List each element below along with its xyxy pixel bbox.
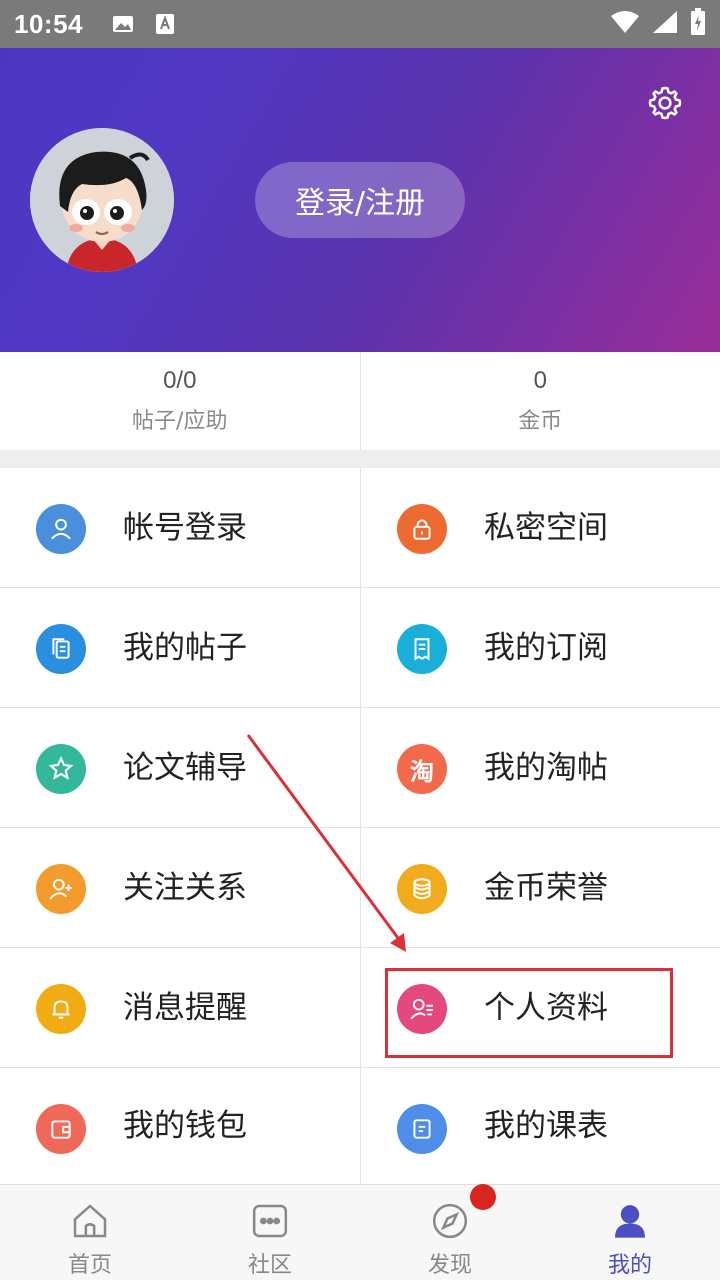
menu-item-label: 帐号登录 [123, 510, 247, 546]
menu-item-label: 论文辅导 [123, 750, 247, 786]
annotation-highlight-box [385, 968, 673, 1058]
menu-item-message-reminders[interactable]: 消息提醒 [0, 948, 360, 1068]
menu-item-label: 金币荣誉 [484, 870, 608, 906]
nav-item-community[interactable]: 社区 [180, 1185, 360, 1280]
stat-value: 0 [533, 367, 547, 394]
nav-item-discover[interactable]: 发现 [360, 1185, 540, 1280]
document-icon [36, 624, 86, 674]
text-notification-icon [153, 13, 177, 35]
nav-label: 社区 [247, 1253, 292, 1278]
nav-label: 我的 [607, 1253, 652, 1278]
wallet-icon [36, 1104, 86, 1154]
bottom-navigation: 首页 社区 发现 我的 [0, 1184, 720, 1280]
schedule-icon [397, 1104, 447, 1154]
compass-icon [428, 1199, 472, 1243]
menu-item-account-login[interactable]: 帐号登录 [0, 468, 360, 588]
menu-item-my-schedule[interactable]: 我的课表 [360, 1068, 720, 1184]
menu-item-label: 我的订阅 [484, 630, 608, 666]
menu-item-follow-relations[interactable]: 关注关系 [0, 828, 360, 948]
avatar[interactable] [30, 128, 174, 272]
wifi-icon [610, 10, 640, 38]
status-right [610, 8, 706, 40]
home-icon [68, 1199, 112, 1243]
menu-item-label: 我的淘帖 [484, 750, 608, 786]
user-icon [36, 504, 86, 554]
menu-item-label: 关注关系 [123, 870, 247, 906]
stat-coins[interactable]: 0 金币 [359, 352, 720, 450]
menu-item-private-space[interactable]: 私密空间 [360, 468, 720, 588]
add-user-icon [36, 864, 86, 914]
lock-icon [397, 504, 447, 554]
image-notification-icon [111, 13, 135, 35]
menu-item-my-taobao-posts[interactable]: 淘 我的淘帖 [360, 708, 720, 828]
menu-item-thesis-tutoring[interactable]: 论文辅导 [0, 708, 360, 828]
menu-item-label: 私密空间 [484, 510, 608, 546]
stats-bar: 0/0 帖子/应助 0 金币 [0, 352, 720, 450]
menu-item-my-subscriptions[interactable]: 我的订阅 [360, 588, 720, 708]
nav-label: 首页 [67, 1253, 112, 1278]
menu-item-label: 我的帖子 [123, 630, 247, 666]
login-register-button[interactable]: 登录/注册 [255, 162, 465, 238]
coins-icon [397, 864, 447, 914]
menu-item-coin-honors[interactable]: 金币荣誉 [360, 828, 720, 948]
signal-icon [652, 10, 678, 38]
taobao-icon: 淘 [397, 744, 447, 794]
menu-item-label: 消息提醒 [123, 990, 247, 1026]
notification-badge [470, 1184, 496, 1210]
stat-label: 金币 [518, 409, 563, 434]
profile-header: 登录/注册 [0, 48, 720, 352]
menu-item-my-wallet[interactable]: 我的钱包 [0, 1068, 360, 1184]
stat-label: 帖子/应助 [132, 409, 228, 434]
bell-icon [36, 984, 86, 1034]
nav-label: 发现 [427, 1253, 472, 1278]
status-time: 10:54 [14, 8, 83, 39]
profile-page: 10:54 登录/注册 0/0 帖子/应助 0 金币 帐号登录 私密空间 我的帖… [0, 0, 720, 1280]
settings-gear-icon[interactable] [646, 84, 684, 122]
chat-icon [248, 1199, 292, 1243]
star-icon [36, 744, 86, 794]
stat-value: 0/0 [163, 367, 197, 394]
menu-item-my-posts[interactable]: 我的帖子 [0, 588, 360, 708]
status-bar: 10:54 [0, 0, 720, 48]
stat-posts[interactable]: 0/0 帖子/应助 [0, 352, 360, 450]
nav-item-home[interactable]: 首页 [0, 1185, 180, 1280]
receipt-icon [397, 624, 447, 674]
taobao-glyph: 淘 [410, 757, 434, 786]
battery-icon [690, 8, 706, 40]
menu-grid: 帐号登录 私密空间 我的帖子 我的订阅 论文辅导 淘 我的淘帖 关注关系 金币荣… [0, 468, 720, 1184]
person-icon [608, 1199, 652, 1243]
section-divider [0, 450, 720, 468]
nav-item-me[interactable]: 我的 [540, 1185, 720, 1280]
menu-item-label: 我的课表 [484, 1108, 608, 1144]
menu-item-label: 我的钱包 [123, 1108, 247, 1144]
